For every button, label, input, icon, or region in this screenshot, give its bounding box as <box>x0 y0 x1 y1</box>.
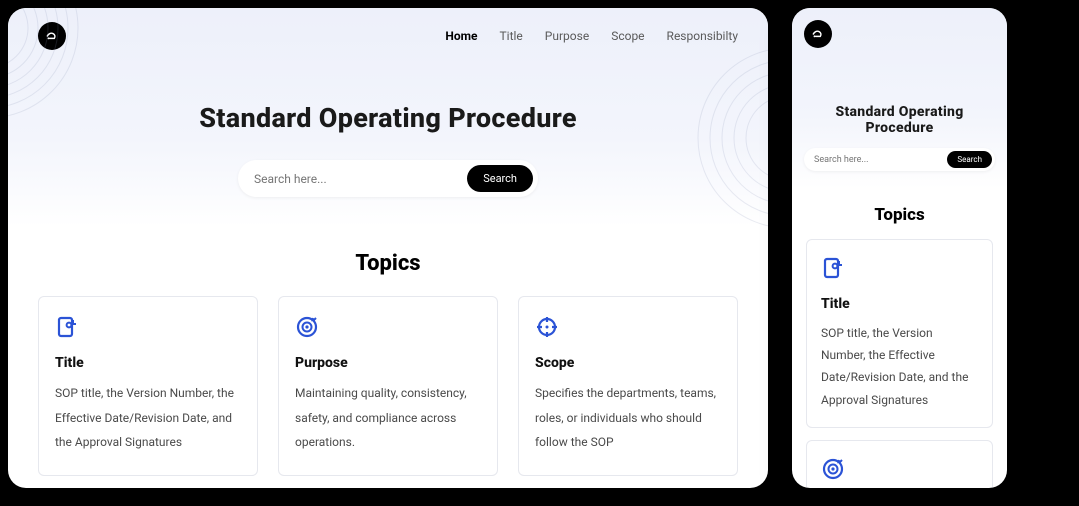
card-title: Purpose <box>295 355 481 371</box>
nav-title[interactable]: Title <box>500 29 523 43</box>
hero-mobile: Standard Operating Procedure Search <box>792 8 1007 189</box>
topic-card-title[interactable]: Title SOP title, the Version Number, the… <box>806 239 993 428</box>
hero-main-mobile: Standard Operating Procedure Search <box>804 48 995 171</box>
crosshair-icon <box>535 315 721 343</box>
nav-scope[interactable]: Scope <box>611 29 644 43</box>
hero: Home Title Purpose Scope Responsibilty S… <box>8 8 768 227</box>
topic-card-title[interactable]: Title SOP title, the Version Number, the… <box>38 296 258 476</box>
topics-section-mobile: Topics Title SOP title, the Version Numb… <box>792 189 1007 488</box>
logo-icon <box>804 20 832 48</box>
desktop-view: Home Title Purpose Scope Responsibilty S… <box>8 8 768 488</box>
card-title: Title <box>821 296 978 312</box>
search-bar: Search <box>804 148 995 171</box>
card-title: Title <box>55 355 241 371</box>
search-input[interactable] <box>814 155 947 165</box>
document-icon <box>821 256 978 284</box>
search-button[interactable]: Search <box>947 151 992 168</box>
target-icon <box>821 457 978 485</box>
search-input[interactable] <box>254 172 467 186</box>
header: Home Title Purpose Scope Responsibilty <box>8 8 768 64</box>
topics-heading: Topics <box>806 205 993 225</box>
topic-cards: Title SOP title, the Version Number, the… <box>38 296 738 476</box>
page-title: Standard Operating Procedure <box>804 104 995 136</box>
topic-card-purpose[interactable]: Purpose Maintaining quality, consistency… <box>806 440 993 488</box>
nav: Home Title Purpose Scope Responsibilty <box>445 29 738 43</box>
topics-section: Topics Title SOP title, the Version Numb… <box>8 227 768 488</box>
card-desc: Specifies the departments, teams, roles,… <box>535 381 721 455</box>
topics-heading: Topics <box>38 251 738 276</box>
topic-card-scope[interactable]: Scope Specifies the departments, teams, … <box>518 296 738 476</box>
hero-main: Standard Operating Procedure Search <box>8 64 768 197</box>
card-desc: SOP title, the Version Number, the Effec… <box>55 381 241 455</box>
card-desc: SOP title, the Version Number, the Effec… <box>821 322 978 411</box>
target-icon <box>295 315 481 343</box>
card-desc: Maintaining quality, consistency, safety… <box>295 381 481 455</box>
nav-responsibility[interactable]: Responsibilty <box>667 29 738 43</box>
mobile-view: Standard Operating Procedure Search Topi… <box>792 8 1007 488</box>
page-title: Standard Operating Procedure <box>8 102 768 134</box>
search-button[interactable]: Search <box>467 165 533 192</box>
nav-purpose[interactable]: Purpose <box>545 29 589 43</box>
topic-cards-mobile: Title SOP title, the Version Number, the… <box>806 239 993 488</box>
search-bar: Search <box>238 160 538 197</box>
document-icon <box>55 315 241 343</box>
logo-icon <box>38 22 66 50</box>
card-title: Scope <box>535 355 721 371</box>
topic-card-purpose[interactable]: Purpose Maintaining quality, consistency… <box>278 296 498 476</box>
nav-home[interactable]: Home <box>445 29 477 43</box>
